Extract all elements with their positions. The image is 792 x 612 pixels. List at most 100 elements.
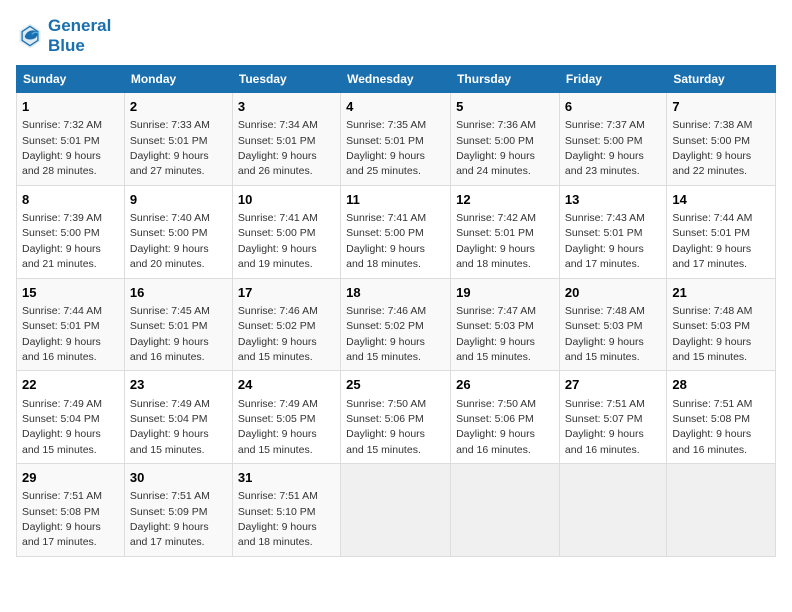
day-info: Sunrise: 7:50 AMSunset: 5:06 PMDaylight:… <box>456 398 536 456</box>
calendar-cell: 14Sunrise: 7:44 AMSunset: 5:01 PMDayligh… <box>667 185 776 278</box>
calendar-cell: 27Sunrise: 7:51 AMSunset: 5:07 PMDayligh… <box>559 371 666 464</box>
calendar-cell: 12Sunrise: 7:42 AMSunset: 5:01 PMDayligh… <box>451 185 560 278</box>
day-number: 16 <box>130 284 227 302</box>
calendar-cell: 22 Sunrise: 7:49 AMSunset: 5:04 PMDayligh… <box>17 371 125 464</box>
calendar-week-3: 15Sunrise: 7:44 AMSunset: 5:01 PMDayligh… <box>17 278 776 371</box>
calendar-cell: 13Sunrise: 7:43 AMSunset: 5:01 PMDayligh… <box>559 185 666 278</box>
day-info: Sunrise: 7:49 AMSunset: 5:04 PMDaylight:… <box>130 398 210 456</box>
day-info: Sunrise: 7:46 AMSunset: 5:02 PMDaylight:… <box>346 305 426 363</box>
header-cell-saturday: Saturday <box>667 66 776 93</box>
day-info: Sunrise: 7:47 AMSunset: 5:03 PMDaylight:… <box>456 305 536 363</box>
day-number: 13 <box>565 191 661 209</box>
day-number: 25 <box>346 376 445 394</box>
calendar-cell: 26 Sunrise: 7:50 AMSunset: 5:06 PMDayligh… <box>451 371 560 464</box>
day-info: Sunrise: 7:38 AMSunset: 5:00 PMDaylight:… <box>672 119 752 177</box>
calendar-cell: 19 Sunrise: 7:47 AMSunset: 5:03 PMDayligh… <box>451 278 560 371</box>
day-number: 1 <box>22 98 119 116</box>
calendar-cell: 7Sunrise: 7:38 AMSunset: 5:00 PMDaylight… <box>667 93 776 186</box>
day-number: 19 <box>456 284 554 302</box>
calendar-week-2: 8 Sunrise: 7:39 AMSunset: 5:00 PMDaylight… <box>17 185 776 278</box>
calendar-cell: 16 Sunrise: 7:45 AMSunset: 5:01 PMDayligh… <box>124 278 232 371</box>
day-number: 10 <box>238 191 335 209</box>
day-number: 23 <box>130 376 227 394</box>
day-info: Sunrise: 7:50 AMSunset: 5:06 PMDaylight:… <box>346 398 426 456</box>
calendar-cell: 3 Sunrise: 7:34 AMSunset: 5:01 PMDaylight… <box>232 93 340 186</box>
calendar-cell: 8 Sunrise: 7:39 AMSunset: 5:00 PMDaylight… <box>17 185 125 278</box>
day-number: 21 <box>672 284 770 302</box>
day-info: Sunrise: 7:49 AMSunset: 5:04 PMDaylight:… <box>22 398 102 456</box>
calendar-header-row: SundayMondayTuesdayWednesdayThursdayFrid… <box>17 66 776 93</box>
day-number: 8 <box>22 191 119 209</box>
calendar-cell: 4 Sunrise: 7:35 AMSunset: 5:01 PMDaylight… <box>341 93 451 186</box>
calendar-cell: 23 Sunrise: 7:49 AMSunset: 5:04 PMDayligh… <box>124 371 232 464</box>
day-info: Sunrise: 7:51 AMSunset: 5:07 PMDaylight:… <box>565 398 645 456</box>
day-info: Sunrise: 7:51 AMSunset: 5:10 PMDaylight:… <box>238 490 318 548</box>
header-cell-tuesday: Tuesday <box>232 66 340 93</box>
calendar-week-1: 1 Sunrise: 7:32 AMSunset: 5:01 PMDaylight… <box>17 93 776 186</box>
day-info: Sunrise: 7:36 AMSunset: 5:00 PMDaylight:… <box>456 119 536 177</box>
calendar-body: 1 Sunrise: 7:32 AMSunset: 5:01 PMDaylight… <box>17 93 776 557</box>
calendar-cell <box>451 464 560 557</box>
calendar-cell: 28 Sunrise: 7:51 AMSunset: 5:08 PMDayligh… <box>667 371 776 464</box>
day-number: 29 <box>22 469 119 487</box>
header-cell-monday: Monday <box>124 66 232 93</box>
calendar-cell: 5Sunrise: 7:36 AMSunset: 5:00 PMDaylight… <box>451 93 560 186</box>
day-number: 11 <box>346 191 445 209</box>
day-number: 3 <box>238 98 335 116</box>
header-cell-wednesday: Wednesday <box>341 66 451 93</box>
day-number: 22 <box>22 376 119 394</box>
calendar-week-5: 29 Sunrise: 7:51 AMSunset: 5:08 PMDayligh… <box>17 464 776 557</box>
day-number: 9 <box>130 191 227 209</box>
calendar-cell: 10 Sunrise: 7:41 AMSunset: 5:00 PMDayligh… <box>232 185 340 278</box>
calendar-cell: 1 Sunrise: 7:32 AMSunset: 5:01 PMDaylight… <box>17 93 125 186</box>
calendar-cell: 31 Sunrise: 7:51 AMSunset: 5:10 PMDayligh… <box>232 464 340 557</box>
day-info: Sunrise: 7:46 AMSunset: 5:02 PMDaylight:… <box>238 305 318 363</box>
day-info: Sunrise: 7:51 AMSunset: 5:08 PMDaylight:… <box>672 398 752 456</box>
calendar-cell: 25 Sunrise: 7:50 AMSunset: 5:06 PMDayligh… <box>341 371 451 464</box>
calendar-cell: 11 Sunrise: 7:41 AMSunset: 5:00 PMDayligh… <box>341 185 451 278</box>
calendar-cell: 2Sunrise: 7:33 AMSunset: 5:01 PMDaylight… <box>124 93 232 186</box>
calendar-cell: 20 Sunrise: 7:48 AMSunset: 5:03 PMDayligh… <box>559 278 666 371</box>
calendar-cell: 29 Sunrise: 7:51 AMSunset: 5:08 PMDayligh… <box>17 464 125 557</box>
day-info: Sunrise: 7:51 AMSunset: 5:08 PMDaylight:… <box>22 490 102 548</box>
day-info: Sunrise: 7:45 AMSunset: 5:01 PMDaylight:… <box>130 305 210 363</box>
logo: General Blue <box>16 16 111 55</box>
calendar-cell: 15Sunrise: 7:44 AMSunset: 5:01 PMDayligh… <box>17 278 125 371</box>
day-info: Sunrise: 7:37 AMSunset: 5:00 PMDaylight:… <box>565 119 645 177</box>
day-number: 17 <box>238 284 335 302</box>
logo-text: General Blue <box>48 16 111 55</box>
day-info: Sunrise: 7:48 AMSunset: 5:03 PMDaylight:… <box>672 305 752 363</box>
day-info: Sunrise: 7:34 AMSunset: 5:01 PMDaylight:… <box>238 119 318 177</box>
day-number: 30 <box>130 469 227 487</box>
header: General Blue <box>16 16 776 55</box>
day-info: Sunrise: 7:32 AMSunset: 5:01 PMDaylight:… <box>22 119 102 177</box>
day-info: Sunrise: 7:41 AMSunset: 5:00 PMDaylight:… <box>346 212 426 270</box>
calendar-cell: 9 Sunrise: 7:40 AMSunset: 5:00 PMDaylight… <box>124 185 232 278</box>
day-number: 31 <box>238 469 335 487</box>
day-info: Sunrise: 7:41 AMSunset: 5:00 PMDaylight:… <box>238 212 318 270</box>
calendar-cell <box>341 464 451 557</box>
header-cell-friday: Friday <box>559 66 666 93</box>
day-info: Sunrise: 7:39 AMSunset: 5:00 PMDaylight:… <box>22 212 102 270</box>
calendar-cell: 17 Sunrise: 7:46 AMSunset: 5:02 PMDayligh… <box>232 278 340 371</box>
day-number: 4 <box>346 98 445 116</box>
day-info: Sunrise: 7:49 AMSunset: 5:05 PMDaylight:… <box>238 398 318 456</box>
day-number: 26 <box>456 376 554 394</box>
day-number: 20 <box>565 284 661 302</box>
day-number: 14 <box>672 191 770 209</box>
calendar-cell: 18Sunrise: 7:46 AMSunset: 5:02 PMDayligh… <box>341 278 451 371</box>
day-number: 15 <box>22 284 119 302</box>
page-container: General Blue SundayMondayTuesdayWednesda… <box>0 0 792 567</box>
day-number: 2 <box>130 98 227 116</box>
calendar-cell: 30 Sunrise: 7:51 AMSunset: 5:09 PMDayligh… <box>124 464 232 557</box>
day-info: Sunrise: 7:35 AMSunset: 5:01 PMDaylight:… <box>346 119 426 177</box>
calendar-cell: 24Sunrise: 7:49 AMSunset: 5:05 PMDayligh… <box>232 371 340 464</box>
calendar-cell <box>667 464 776 557</box>
day-info: Sunrise: 7:48 AMSunset: 5:03 PMDaylight:… <box>565 305 645 363</box>
day-info: Sunrise: 7:40 AMSunset: 5:00 PMDaylight:… <box>130 212 210 270</box>
calendar-table: SundayMondayTuesdayWednesdayThursdayFrid… <box>16 65 776 557</box>
calendar-cell: 21 Sunrise: 7:48 AMSunset: 5:03 PMDayligh… <box>667 278 776 371</box>
day-number: 6 <box>565 98 661 116</box>
day-number: 28 <box>672 376 770 394</box>
day-info: Sunrise: 7:51 AMSunset: 5:09 PMDaylight:… <box>130 490 210 548</box>
